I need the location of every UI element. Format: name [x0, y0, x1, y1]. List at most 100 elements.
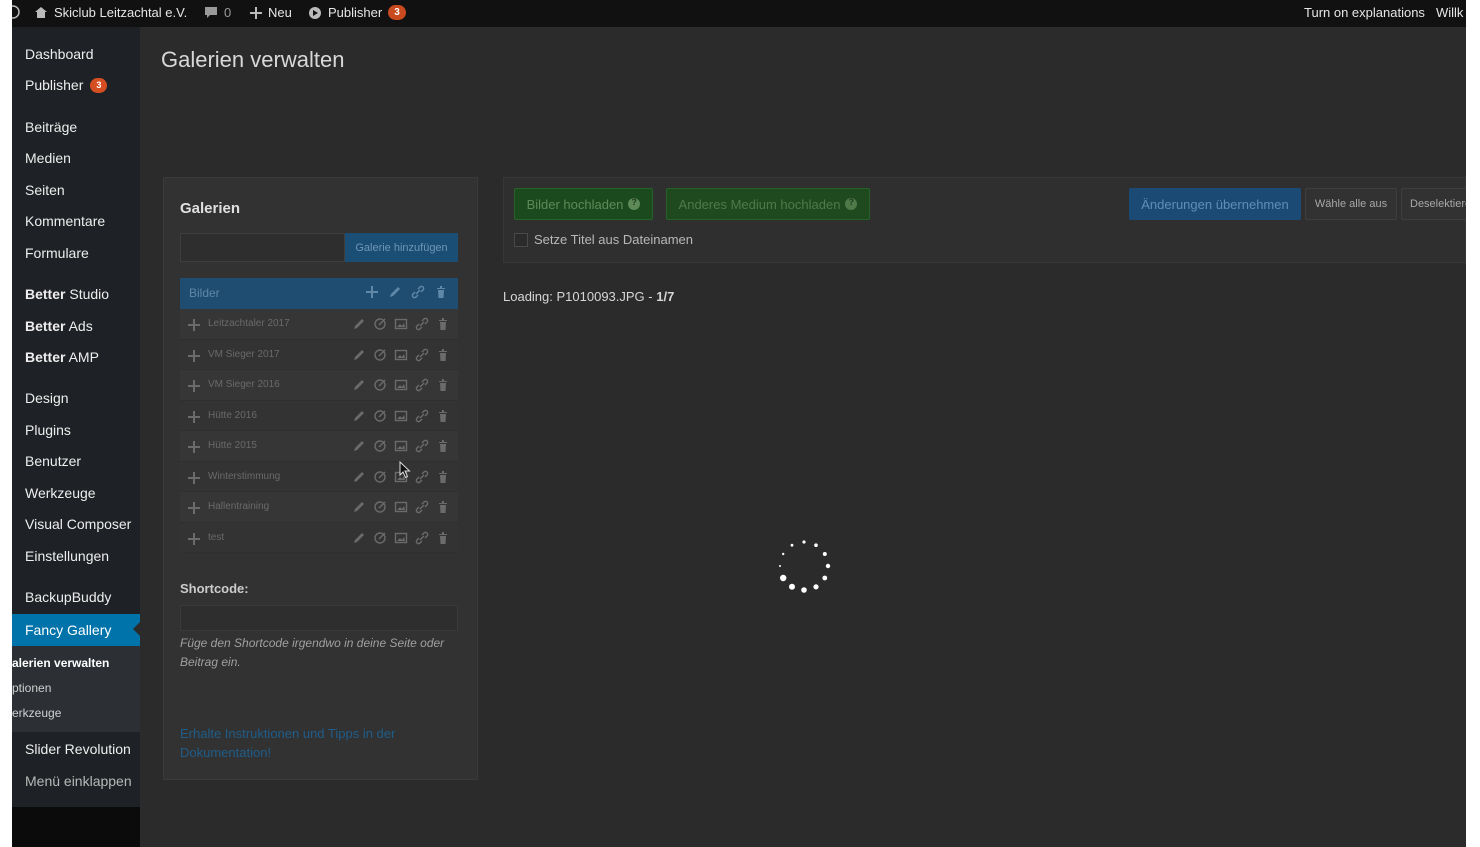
link-icon[interactable] — [415, 470, 429, 484]
sidebar-item-backupbuddy[interactable]: BackupBuddy — [12, 583, 140, 611]
deselect-button[interactable]: Deselektieren — [1401, 188, 1466, 220]
comments-link[interactable]: 0 — [204, 5, 231, 20]
trash-icon[interactable] — [436, 531, 450, 545]
link-icon[interactable] — [415, 317, 429, 331]
gallery-name-input[interactable] — [180, 233, 345, 262]
drag-handle-icon[interactable] — [188, 532, 200, 545]
sidebar-item-tools[interactable]: Werkzeuge — [12, 479, 140, 507]
edit-icon[interactable] — [373, 500, 387, 514]
trash-icon[interactable] — [436, 439, 450, 453]
sidebar-item-dashboard[interactable]: Dashboard — [12, 40, 140, 68]
link-icon[interactable] — [415, 378, 429, 392]
pencil-icon[interactable] — [352, 409, 366, 423]
select-all-button[interactable]: Wähle alle aus — [1305, 188, 1397, 220]
gallery-row[interactable]: VM Sieger 2017 — [180, 339, 458, 370]
gallery-row[interactable]: VM Sieger 2016 — [180, 370, 458, 401]
sidebar-item-media[interactable]: Medien — [12, 144, 140, 172]
drag-handle-icon[interactable] — [188, 501, 200, 514]
image-icon[interactable] — [394, 317, 408, 331]
drag-handle-icon[interactable] — [188, 349, 200, 362]
publisher-link[interactable]: Publisher 3 — [308, 5, 406, 20]
sidebar-item-better-ads[interactable]: Better Ads — [12, 312, 140, 340]
title-from-filename-option[interactable]: Setze Titel aus Dateinamen — [514, 232, 693, 247]
edit-icon[interactable] — [373, 470, 387, 484]
upload-images-button[interactable]: Bilder hochladen — [514, 188, 653, 220]
drag-handle-icon[interactable] — [188, 410, 200, 423]
pencil-icon[interactable] — [352, 531, 366, 545]
trash-icon[interactable] — [436, 348, 450, 362]
submenu-manage-galleries[interactable]: alerien verwalten — [12, 652, 140, 674]
link-icon[interactable] — [415, 531, 429, 545]
image-icon[interactable] — [394, 500, 408, 514]
edit-icon[interactable] — [373, 439, 387, 453]
sidebar-item-visual-composer[interactable]: Visual Composer — [12, 510, 140, 538]
image-icon[interactable] — [394, 531, 408, 545]
drag-handle-icon[interactable] — [188, 318, 200, 331]
edit-icon[interactable] — [373, 317, 387, 331]
gallery-row[interactable]: Hallentraining — [180, 492, 458, 523]
image-icon[interactable] — [394, 439, 408, 453]
help-icon[interactable] — [628, 197, 641, 210]
sidebar-item-comments[interactable]: Kommentare — [12, 207, 140, 235]
link-icon[interactable] — [415, 409, 429, 423]
submenu-tools[interactable]: erkzeuge — [12, 702, 140, 724]
sidebar-item-better-amp[interactable]: Better AMP — [12, 343, 140, 371]
pencil-icon[interactable] — [352, 439, 366, 453]
explanations-toggle[interactable]: Turn on explanations — [1304, 5, 1425, 20]
documentation-link[interactable]: Erhalte Instruktionen und Tipps in der D… — [180, 724, 440, 762]
gallery-row[interactable]: Leitzachtaler 2017 — [180, 309, 458, 340]
link-icon[interactable] — [415, 348, 429, 362]
submenu-options[interactable]: ptionen — [12, 677, 140, 699]
gallery-row[interactable]: Hütte 2015 — [180, 431, 458, 462]
trash-icon[interactable] — [436, 500, 450, 514]
sidebar-item-publisher[interactable]: Publisher 3 — [12, 71, 140, 99]
gallery-row[interactable]: Hütte 2016 — [180, 400, 458, 431]
trash-icon[interactable] — [436, 409, 450, 423]
site-name-link[interactable]: Skiclub Leitzachtal e.V. — [34, 5, 187, 20]
image-icon[interactable] — [394, 378, 408, 392]
pencil-icon[interactable] — [388, 285, 404, 301]
gallery-row[interactable]: test — [180, 522, 458, 553]
edit-icon[interactable] — [373, 348, 387, 362]
new-content-link[interactable]: Neu — [250, 5, 292, 20]
image-icon[interactable] — [394, 409, 408, 423]
wordpress-logo-icon[interactable] — [12, 5, 20, 19]
sidebar-item-pages[interactable]: Seiten — [12, 176, 140, 204]
drag-handle-icon[interactable] — [188, 471, 200, 484]
edit-icon[interactable] — [373, 409, 387, 423]
link-icon[interactable] — [415, 500, 429, 514]
pencil-icon[interactable] — [352, 470, 366, 484]
pencil-icon[interactable] — [352, 317, 366, 331]
help-icon[interactable] — [845, 197, 858, 210]
pencil-icon[interactable] — [352, 378, 366, 392]
sidebar-item-slider-revolution[interactable]: Slider Revolution — [12, 735, 140, 763]
title-from-filename-checkbox[interactable] — [514, 232, 528, 247]
drag-handle-icon[interactable] — [188, 440, 200, 453]
gallery-list-header[interactable]: Bilder — [180, 278, 458, 309]
sidebar-item-fancy-gallery[interactable]: Fancy Gallery — [12, 614, 140, 646]
sidebar-item-design[interactable]: Design — [12, 384, 140, 412]
image-icon[interactable] — [394, 348, 408, 362]
sidebar-item-settings[interactable]: Einstellungen — [12, 542, 140, 570]
trash-icon[interactable] — [436, 378, 450, 392]
apply-changes-button[interactable]: Änderungen übernehmen — [1129, 188, 1301, 220]
sidebar-item-forms[interactable]: Formulare — [12, 239, 140, 267]
trash-icon[interactable] — [436, 470, 450, 484]
collapse-menu-button[interactable]: Menü einklappen — [12, 767, 140, 795]
shortcode-field[interactable] — [180, 605, 458, 631]
sidebar-item-better-studio[interactable]: Better Studio — [12, 280, 140, 308]
gallery-row[interactable]: Winterstimmung — [180, 461, 458, 492]
trash-icon[interactable] — [436, 317, 450, 331]
upload-other-media-button[interactable]: Anderes Medium hochladen — [666, 188, 870, 220]
edit-icon[interactable] — [373, 531, 387, 545]
sidebar-item-posts[interactable]: Beiträge — [12, 113, 140, 141]
sidebar-item-users[interactable]: Benutzer — [12, 447, 140, 475]
edit-icon[interactable] — [373, 378, 387, 392]
drag-handle-icon[interactable] — [188, 379, 200, 392]
account-greeting[interactable]: Willk — [1436, 5, 1463, 20]
plus-icon[interactable] — [365, 285, 381, 301]
link-icon[interactable] — [415, 439, 429, 453]
pencil-icon[interactable] — [352, 500, 366, 514]
pencil-icon[interactable] — [352, 348, 366, 362]
trash-icon[interactable] — [434, 285, 450, 301]
